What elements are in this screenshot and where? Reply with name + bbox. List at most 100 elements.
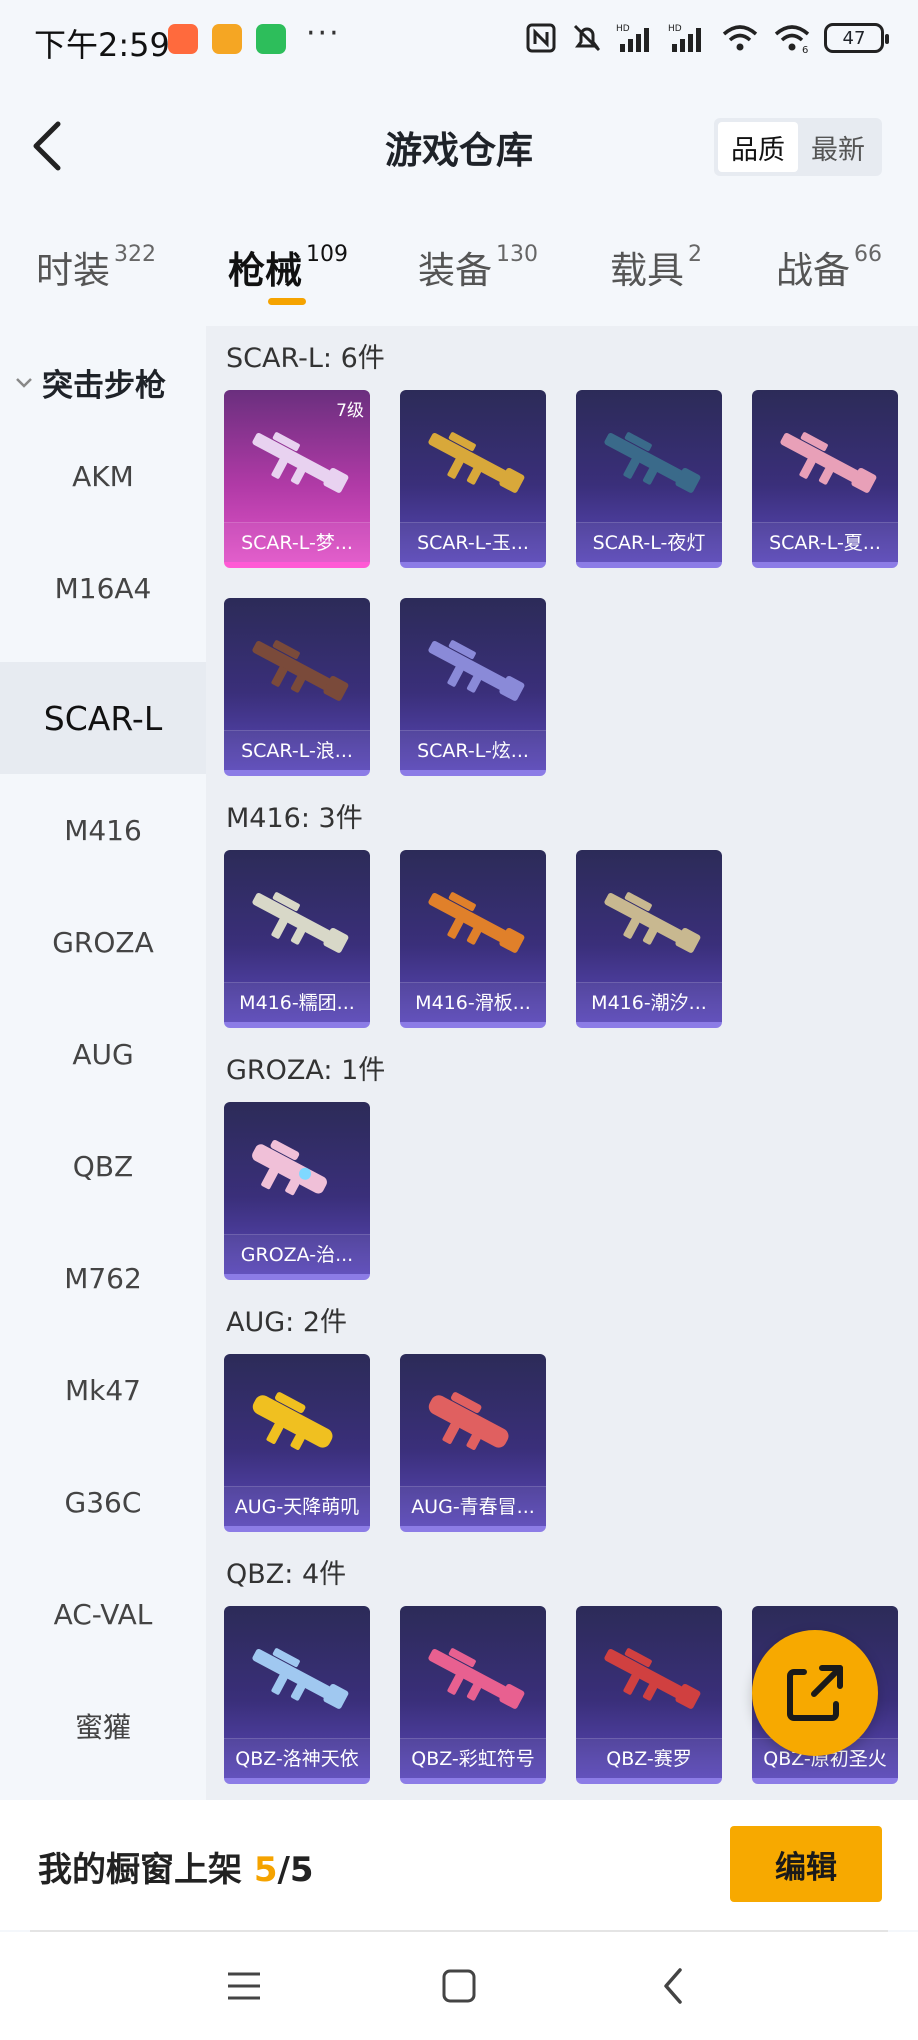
more-notifications-icon: ··· <box>306 16 341 51</box>
sidebar-item-m416[interactable]: M416 <box>0 774 206 886</box>
tab-count: 109 <box>306 242 348 267</box>
skin-name: QBZ-赛罗 <box>576 1738 722 1778</box>
tab-vehicles[interactable]: 载具 2 <box>610 240 702 294</box>
hd-signal-icon: HD <box>616 24 649 52</box>
rifle-icon <box>252 432 349 493</box>
skin-name: SCAR-L-炫... <box>400 730 546 770</box>
sidebar-group-assault-rifles[interactable]: 突击步枪 <box>14 360 166 405</box>
svg-text:HD: HD <box>668 24 682 34</box>
skin-card[interactable]: AUG-天降萌叽 <box>224 1354 370 1532</box>
skin-name: SCAR-L-玉... <box>400 522 546 562</box>
tab-label: 装备 <box>418 249 492 292</box>
skin-name: AUG-天降萌叽 <box>224 1486 370 1526</box>
weapon-skin-grid: SCAR-L: 6件 7级 SCAR-L-梦... SCAR-L-玉... SC… <box>206 326 918 1800</box>
skin-name: SCAR-L-梦... <box>224 522 370 562</box>
rifle-icon <box>428 432 525 493</box>
rifle-icon <box>252 1140 327 1196</box>
notification-app-icon <box>168 24 198 54</box>
header: 游戏仓库 品质 最新 <box>0 100 918 190</box>
share-icon <box>787 1665 843 1721</box>
message-app-icon <box>212 24 242 54</box>
sidebar-item-qbz[interactable]: QBZ <box>0 1110 206 1222</box>
sort-toggle: 品质 最新 <box>714 118 882 176</box>
hd-signal-icon: HD <box>668 24 701 52</box>
section-title-aug: AUG: 2件 <box>226 1307 348 1338</box>
sidebar-item-m762[interactable]: M762 <box>0 1222 206 1334</box>
sort-newest-option[interactable]: 最新 <box>798 122 878 172</box>
status-time: 下午2:59 <box>34 26 170 64</box>
sort-quality-option[interactable]: 品质 <box>718 122 798 172</box>
rifle-icon <box>604 432 701 493</box>
tab-count: 322 <box>114 242 156 267</box>
skin-name: AUG-青春冒... <box>400 1486 546 1526</box>
rifle-icon <box>252 892 349 953</box>
skin-card[interactable]: SCAR-L-浪... <box>224 598 370 776</box>
sidebar-item-mk47[interactable]: Mk47 <box>0 1334 206 1446</box>
showcase-label-text: 我的橱窗上架 <box>38 1850 254 1890</box>
active-tab-indicator <box>268 298 306 305</box>
skin-card[interactable]: SCAR-L-炫... <box>400 598 546 776</box>
section-title-scar-l: SCAR-L: 6件 <box>226 343 385 374</box>
back-icon[interactable] <box>652 1964 696 2008</box>
tab-equipment[interactable]: 装备 130 <box>418 240 538 294</box>
rifle-icon <box>428 640 525 701</box>
sidebar-item-aug[interactable]: AUG <box>0 998 206 1110</box>
skin-name: M416-糯团... <box>224 982 370 1022</box>
sidebar-item-honey-badger[interactable]: 蜜獾 <box>0 1670 206 1782</box>
section-title-m416: M416: 3件 <box>226 803 363 834</box>
battery-icon: 47 <box>824 23 889 53</box>
mute-bell-icon <box>573 24 601 52</box>
sidebar-item-groza[interactable]: GROZA <box>0 886 206 998</box>
tab-fashion[interactable]: 时装 322 <box>36 240 156 294</box>
rifle-icon <box>604 892 701 953</box>
menu-icon[interactable] <box>222 1964 266 2008</box>
sidebar-group-label: 突击步枪 <box>42 368 166 404</box>
skin-card[interactable]: QBZ-赛罗 <box>576 1606 722 1784</box>
skin-card[interactable]: GROZA-治... <box>224 1102 370 1280</box>
category-tabs: 时装 322 枪械 109 装备 130 载具 2 战备 66 <box>0 230 918 310</box>
skin-card[interactable]: QBZ-洛神天依 <box>224 1606 370 1784</box>
sidebar-item-ac-val[interactable]: AC-VAL <box>0 1558 206 1670</box>
weapon-type-sidebar: 突击步枪 AKM M16A4 SCAR-L M416 GROZA AUG QBZ… <box>0 326 206 1800</box>
tab-guns[interactable]: 枪械 109 <box>228 240 348 294</box>
sidebar-item-scar-l[interactable]: SCAR-L <box>0 662 206 774</box>
rifle-icon <box>252 1648 349 1709</box>
skin-card[interactable]: AUG-青春冒... <box>400 1354 546 1532</box>
skin-card[interactable]: M416-糯团... <box>224 850 370 1028</box>
wifi-icon <box>722 25 758 51</box>
skin-card[interactable]: 7级 SCAR-L-梦... <box>224 390 370 568</box>
sidebar-item-akm[interactable]: AKM <box>0 420 206 532</box>
tab-label: 战备 <box>776 249 850 292</box>
tab-count: 130 <box>496 242 538 267</box>
rifle-icon <box>428 1648 525 1709</box>
skin-card[interactable]: SCAR-L-玉... <box>400 390 546 568</box>
rifle-icon <box>428 1392 509 1450</box>
skin-card[interactable]: SCAR-L-夜灯 <box>576 390 722 568</box>
skin-card[interactable]: M416-滑板... <box>400 850 546 1028</box>
tab-count: 66 <box>854 242 882 267</box>
skin-name: M416-潮汐... <box>576 982 722 1022</box>
rifle-icon <box>252 1392 333 1450</box>
section-title-qbz: QBZ: 4件 <box>226 1559 347 1590</box>
showcase-total: /5 <box>277 1850 314 1890</box>
showcase-label: 我的橱窗上架 5/5 <box>38 1842 314 1891</box>
edit-button[interactable]: 编辑 <box>730 1826 882 1902</box>
skin-name: QBZ-彩虹符号 <box>400 1738 546 1778</box>
wifi-6-icon: 6 <box>774 25 810 54</box>
skin-card[interactable]: QBZ-彩虹符号 <box>400 1606 546 1784</box>
rifle-icon <box>428 892 525 953</box>
share-button[interactable] <box>752 1630 878 1756</box>
skin-name: GROZA-治... <box>224 1234 370 1274</box>
sidebar-item-m16a4[interactable]: M16A4 <box>0 532 206 644</box>
skin-name: SCAR-L-夏... <box>752 522 898 562</box>
tab-label: 枪械 <box>228 249 302 292</box>
skin-card[interactable]: SCAR-L-夏... <box>752 390 898 568</box>
showcase-count: 5 <box>253 1850 278 1890</box>
home-icon[interactable] <box>437 1964 481 2008</box>
skin-card[interactable]: M416-潮汐... <box>576 850 722 1028</box>
tab-label: 载具 <box>610 249 684 292</box>
sidebar-item-g36c[interactable]: G36C <box>0 1446 206 1558</box>
tab-combat-gear[interactable]: 战备 66 <box>776 240 882 294</box>
svg-text:HD: HD <box>616 24 630 34</box>
status-bar: 下午2:59 ··· HD HD 6 47 <box>0 0 918 80</box>
